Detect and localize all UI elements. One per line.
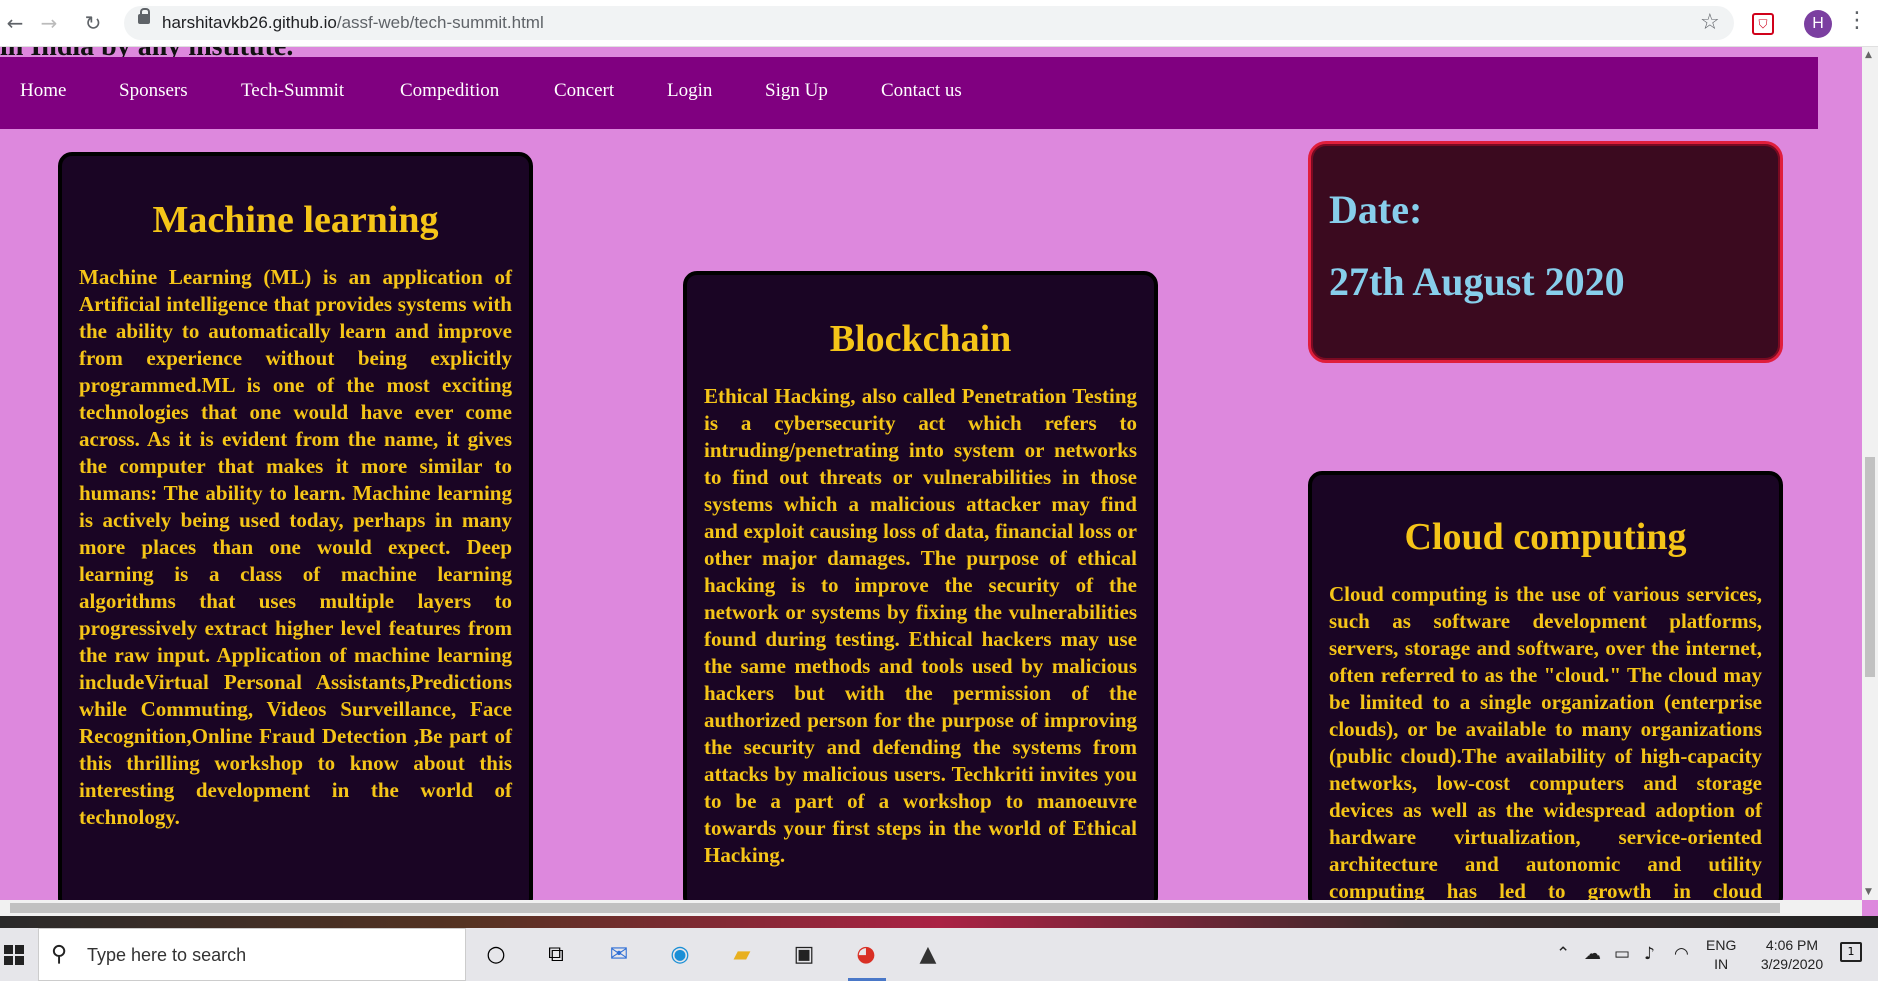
cortana-icon[interactable]: ○ [480,940,512,970]
date-value: 27th August 2020 [1329,259,1625,304]
nav-sponsers[interactable]: Sponsers [119,80,188,102]
card-body: Machine Learning (ML) is an application … [79,265,512,829]
nav-login[interactable]: Login [667,80,712,102]
nav-concert[interactable]: Concert [554,80,614,102]
nav-compedition[interactable]: Compedition [400,80,499,102]
card-machine-learning: Machine learning Machine Learning (ML) i… [58,152,533,900]
taskbar-search-box[interactable]: ⚲ Type here to search [38,928,466,981]
windows-start-icon[interactable] [4,945,24,965]
url-path: /assf-web/tech-summit.html [336,13,544,32]
wifi-icon[interactable]: ◠ [1674,944,1689,964]
clock-date: 3/29/2020 [1760,956,1824,972]
scroll-down-icon[interactable]: ▼ [1865,887,1872,897]
forward-icon[interactable]: → [36,10,62,36]
chrome-icon[interactable]: ◕ [850,940,882,970]
date-label: Date: [1329,187,1423,232]
url-host: harshitavkb26.github.io [162,13,337,32]
lock-icon[interactable] [138,8,150,24]
horizontal-scroll-thumb[interactable] [10,903,1780,913]
nav-home[interactable]: Home [20,80,66,102]
profile-avatar[interactable]: H [1804,10,1832,38]
task-view-icon[interactable]: ⧉ [540,940,572,970]
vertical-scrollbar[interactable]: ▲ ▼ [1862,47,1878,900]
search-placeholder: Type here to search [87,945,247,965]
desktop-wallpaper [0,916,1878,928]
search-icon: ⚲ [51,942,68,967]
nav-sign-up[interactable]: Sign Up [765,80,828,102]
windows-taskbar: ⚲ Type here to search ○ ⧉ ✉ ◉ ▰ ▣ ◕ ▲ ⌃ … [0,928,1878,981]
card-body: Ethical Hacking, also called Penetration… [704,384,1137,867]
extension-pocket-icon[interactable]: ⛉ [1752,13,1774,35]
edge-icon[interactable]: ◉ [664,940,696,970]
url-text[interactable]: harshitavkb26.github.io/assf-web/tech-su… [162,13,544,33]
bookmark-star-icon[interactable]: ☆ [1700,10,1720,35]
back-icon[interactable]: ← [2,10,28,36]
volume-icon[interactable]: ♪ [1644,944,1655,964]
file-explorer-icon[interactable]: ▰ [726,940,758,970]
vertical-scroll-thumb[interactable] [1865,457,1875,677]
card-cloud-computing: Cloud computing Cloud computing is the u… [1308,471,1783,900]
notification-center-icon[interactable]: 1 [1840,942,1862,962]
page-viewport: in India by any institute. Home Sponsers… [0,47,1862,900]
tray-overflow-icon[interactable]: ⌃ [1556,944,1570,964]
reload-icon[interactable]: ↻ [80,10,106,36]
scroll-up-icon[interactable]: ▲ [1865,50,1872,60]
lang-code: ENG [1706,937,1737,953]
card-title: Cloud computing [1404,516,1687,558]
photos-icon[interactable]: ▲ [912,940,944,970]
event-date-box: Date: 27th August 2020 [1308,141,1783,363]
card-blockchain: Blockchain Ethical Hacking, also called … [683,271,1158,900]
card-title: Blockchain [829,318,1012,360]
mail-icon[interactable]: ✉ [603,940,635,970]
more-menu-icon[interactable]: ⋮ [1846,8,1868,33]
battery-icon[interactable]: ▭ [1614,944,1630,964]
taskbar-clock[interactable]: 4:06 PM 3/29/2020 [1752,936,1832,974]
nav-contact-us[interactable]: Contact us [881,80,962,102]
store-icon[interactable]: ▣ [788,940,820,970]
browser-toolbar: ← → ↻ harshitavkb26.github.io/assf-web/t… [0,0,1878,47]
horizontal-scrollbar[interactable] [0,900,1862,916]
language-indicator[interactable]: ENG IN [1706,936,1736,974]
region-code: IN [1714,956,1729,972]
clock-time: 4:06 PM [1765,937,1819,953]
card-title: Machine learning [152,199,439,241]
nav-tech-summit[interactable]: Tech-Summit [241,80,344,102]
site-navbar: Home Sponsers Tech-Summit Compedition Co… [0,57,1818,129]
card-body: Cloud computing is the use of various se… [1329,582,1762,900]
onedrive-icon[interactable]: ☁ [1584,944,1601,964]
